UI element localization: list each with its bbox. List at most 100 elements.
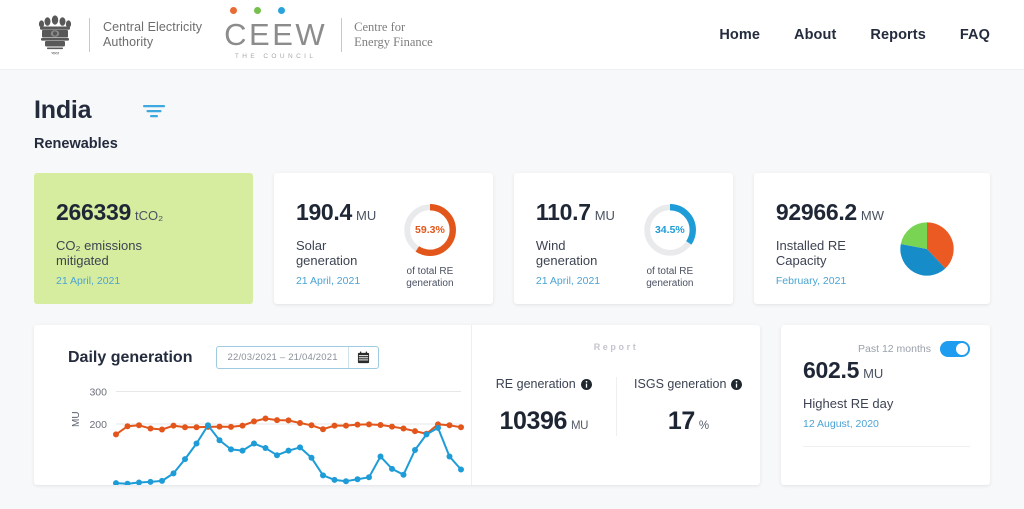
- kpi-wind-content: 110.7 MU Wind generation 21 April, 2021: [536, 199, 627, 304]
- chart-data-point[interactable]: [147, 425, 154, 432]
- kpi-co2-value-row: 266339 tCO₂: [56, 199, 233, 226]
- kpi-card-solar-generation[interactable]: 190.4 MU Solar generation 21 April, 2021 …: [273, 173, 493, 304]
- chart-data-point[interactable]: [262, 415, 269, 422]
- chart-data-point[interactable]: [366, 421, 372, 428]
- chart-data-point[interactable]: [331, 422, 338, 429]
- chart-data-point[interactable]: [251, 418, 257, 425]
- chart-data-point[interactable]: [343, 478, 349, 485]
- chart-data-point[interactable]: [458, 466, 464, 473]
- report-metric-isgs-generation: ISGS generation 17%: [615, 377, 761, 436]
- chart-data-point[interactable]: [147, 478, 154, 485]
- cea-name: Central Electricity Authority: [103, 20, 202, 50]
- isgs-generation-unit: %: [698, 420, 709, 432]
- chart-data-point[interactable]: [400, 471, 407, 478]
- chart-data-point[interactable]: [354, 476, 361, 483]
- isgs-generation-value: 17: [667, 407, 695, 435]
- chart-data-point[interactable]: [228, 446, 234, 453]
- date-range-value[interactable]: 22/03/2021 – 21/04/2021: [217, 347, 347, 368]
- chart-data-point[interactable]: [308, 454, 315, 461]
- chart-data-point[interactable]: [170, 470, 177, 477]
- logo-divider: [89, 17, 90, 52]
- nav-item-faq[interactable]: FAQ: [960, 27, 990, 43]
- page-titlebar: India Renewables: [0, 70, 1024, 152]
- kpi-capacity-visual: [884, 199, 970, 304]
- chart-data-point[interactable]: [285, 447, 292, 454]
- chart-data-point[interactable]: [400, 425, 407, 432]
- report-metric-columns: RE generation 10396 MU ISGS generation 1…: [472, 377, 760, 436]
- kpi-card-wind-generation[interactable]: 110.7 MU Wind generation 21 April, 2021 3…: [513, 173, 733, 304]
- chart-data-point[interactable]: [297, 420, 303, 427]
- chart-data-point[interactable]: [239, 422, 246, 429]
- chart-data-point[interactable]: [170, 422, 177, 429]
- chart-data-point[interactable]: [423, 431, 430, 438]
- chart-data-point[interactable]: [412, 428, 418, 435]
- chart-data-point[interactable]: [136, 479, 142, 486]
- wind-donut-percent: 34.5%: [654, 224, 685, 236]
- chart-data-point[interactable]: [354, 421, 361, 428]
- solar-donut-caption: of total RE generation: [406, 266, 453, 290]
- chart-data-point[interactable]: [320, 472, 326, 479]
- chart-data-point[interactable]: [285, 417, 292, 424]
- chart-data-point[interactable]: [182, 424, 188, 431]
- report-section: Report RE generation 10396 MU ISGS gener…: [471, 325, 760, 485]
- chart-data-point[interactable]: [446, 422, 453, 429]
- chart-data-point[interactable]: [274, 452, 280, 459]
- chart-data-point[interactable]: [239, 447, 246, 454]
- info-icon[interactable]: [731, 378, 743, 390]
- chart-data-point[interactable]: [297, 444, 303, 451]
- chart-data-point[interactable]: [124, 480, 131, 485]
- chart-data-point[interactable]: [182, 456, 188, 463]
- chart-data-point[interactable]: [216, 423, 223, 430]
- highest-re-day-date: 12 August, 2020: [803, 418, 879, 430]
- chart-data-point[interactable]: [193, 440, 200, 447]
- nav-item-reports[interactable]: Reports: [870, 27, 926, 43]
- chart-data-point[interactable]: [435, 424, 441, 431]
- past-12-months-label: Past 12 months: [858, 343, 931, 355]
- chart-data-point[interactable]: [193, 424, 200, 431]
- chart-data-point[interactable]: [446, 453, 453, 460]
- chart-data-point[interactable]: [113, 480, 119, 485]
- cea-line-1: Central Electricity: [103, 19, 203, 34]
- kpi-capacity-unit: MW: [860, 208, 885, 223]
- chart-data-point[interactable]: [274, 417, 280, 424]
- chart-data-point[interactable]: [159, 426, 165, 433]
- chart-data-point[interactable]: [205, 422, 211, 429]
- kpi-card-installed-re-capacity[interactable]: 92966.2 MW Installed RE Capacity February…: [753, 173, 991, 304]
- filter-icon[interactable]: [143, 104, 166, 120]
- past-12-months-toggle[interactable]: [940, 341, 970, 357]
- chart-data-point[interactable]: [331, 476, 338, 483]
- chart-data-point[interactable]: [377, 453, 384, 460]
- chart-data-point[interactable]: [136, 422, 142, 429]
- chart-data-point[interactable]: [262, 445, 269, 452]
- ceew-dot-orange: [230, 7, 238, 14]
- nav-item-home[interactable]: Home: [719, 27, 760, 43]
- chart-data-point[interactable]: [308, 422, 315, 429]
- ceew-letters: CEEW: [224, 17, 328, 52]
- chart-data-point[interactable]: [458, 424, 464, 431]
- isgs-generation-value-row: 17%: [623, 407, 755, 436]
- chart-data-point[interactable]: [343, 422, 349, 429]
- kpi-wind-value-row: 110.7 MU: [536, 199, 627, 226]
- nav-item-about[interactable]: About: [794, 27, 836, 43]
- ceew-logo: CEEW THE COUNCIL Centre for Energy Finan…: [224, 7, 433, 60]
- chart-data-point[interactable]: [389, 465, 395, 472]
- page-title: India: [34, 96, 92, 124]
- chart-data-point[interactable]: [412, 447, 418, 453]
- chart-data-point[interactable]: [320, 426, 326, 433]
- chart-data-point[interactable]: [251, 440, 257, 447]
- chart-data-point[interactable]: [113, 431, 119, 438]
- chart-data-point[interactable]: [377, 421, 384, 428]
- calendar-button[interactable]: [347, 347, 378, 368]
- chart-data-point[interactable]: [124, 423, 131, 430]
- info-icon[interactable]: [580, 378, 592, 390]
- cea-line-2: Authority: [103, 34, 154, 49]
- chart-data-point[interactable]: [228, 423, 234, 430]
- chart-data-point[interactable]: [159, 477, 165, 484]
- date-range-picker[interactable]: 22/03/2021 – 21/04/2021: [216, 346, 379, 369]
- re-generation-value-row: 10396 MU: [478, 407, 610, 436]
- chart-data-point[interactable]: [216, 437, 223, 444]
- kpi-solar-value-row: 190.4 MU: [296, 199, 387, 226]
- kpi-card-co2-mitigated[interactable]: 266339 tCO₂ CO₂ emissions mitigated 21 Ap…: [34, 173, 253, 304]
- chart-data-point[interactable]: [366, 474, 372, 481]
- chart-data-point[interactable]: [389, 423, 395, 430]
